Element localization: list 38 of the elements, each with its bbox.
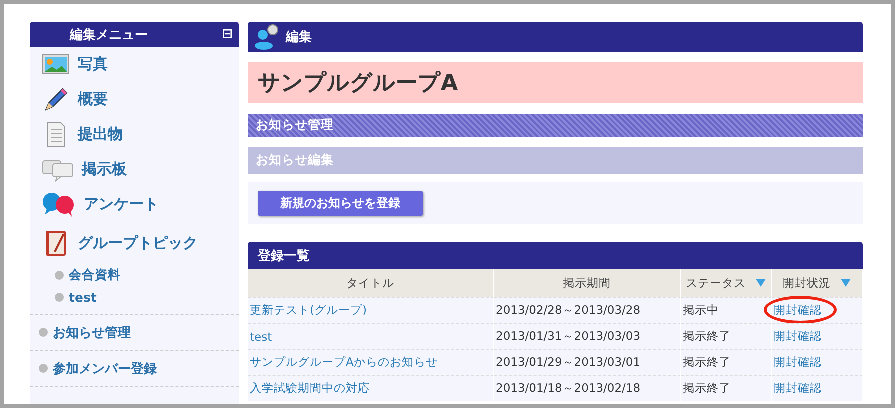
header-title: 編集 [286, 29, 312, 46]
users-gear-icon [254, 24, 280, 50]
sidebar-item[interactable]: グループトピック [30, 222, 239, 264]
column-header[interactable]: 開封状況 [772, 269, 863, 297]
column-header[interactable]: ステータス [681, 269, 772, 297]
sort-arrow-icon[interactable] [756, 279, 766, 287]
sort-arrow-icon[interactable] [841, 279, 851, 287]
sidebar-subitem[interactable]: test [30, 286, 239, 308]
table-cell: 掲示終了 [681, 375, 772, 401]
sidebar-link[interactable]: 参加メンバー登録 [30, 350, 239, 386]
column-header: タイトル [248, 269, 494, 297]
pencil-icon [42, 86, 70, 114]
speech-bubbles-icon [42, 158, 74, 182]
question-answer-icon [42, 192, 76, 218]
picture-icon [42, 52, 70, 76]
table-cell: 掲示中 [681, 297, 772, 323]
new-notice-button[interactable]: 新規のお知らせを登録 [258, 190, 423, 216]
sidebar-title: 編集メニュー [70, 26, 148, 44]
table-cell: 2013/02/28～2013/03/28 [494, 297, 681, 323]
list-header: 登録一覧 [248, 242, 863, 269]
subsection-header: お知らせ編集 [248, 147, 863, 174]
sidebar-item[interactable]: 概要 [30, 82, 239, 117]
notice-title-link[interactable]: test [250, 330, 272, 344]
group-title: サンプルグループA [248, 62, 863, 103]
table-cell: 2013/01/29～2013/03/01 [494, 349, 681, 375]
column-header: 掲示期間 [494, 269, 681, 297]
sidebar-item[interactable]: 写真 [30, 47, 239, 82]
table-cell: 掲示終了 [681, 349, 772, 375]
table-cell: 2013/01/18～2013/02/18 [494, 375, 681, 401]
sidebar-item[interactable]: アンケート [30, 187, 239, 222]
section-header: お知らせ管理 [248, 114, 863, 137]
sidebar-link[interactable]: お知らせ管理 [30, 314, 239, 350]
collapse-icon[interactable]: ⊟ [222, 28, 233, 41]
table-cell: 掲示終了 [681, 323, 772, 349]
table-cell: 2013/01/31～2013/03/03 [494, 323, 681, 349]
sidebar-subitem[interactable]: 会合資料 [30, 264, 239, 286]
sidebar-item[interactable]: 提出物 [30, 117, 239, 152]
sidebar-item[interactable]: 掲示板 [30, 152, 239, 187]
